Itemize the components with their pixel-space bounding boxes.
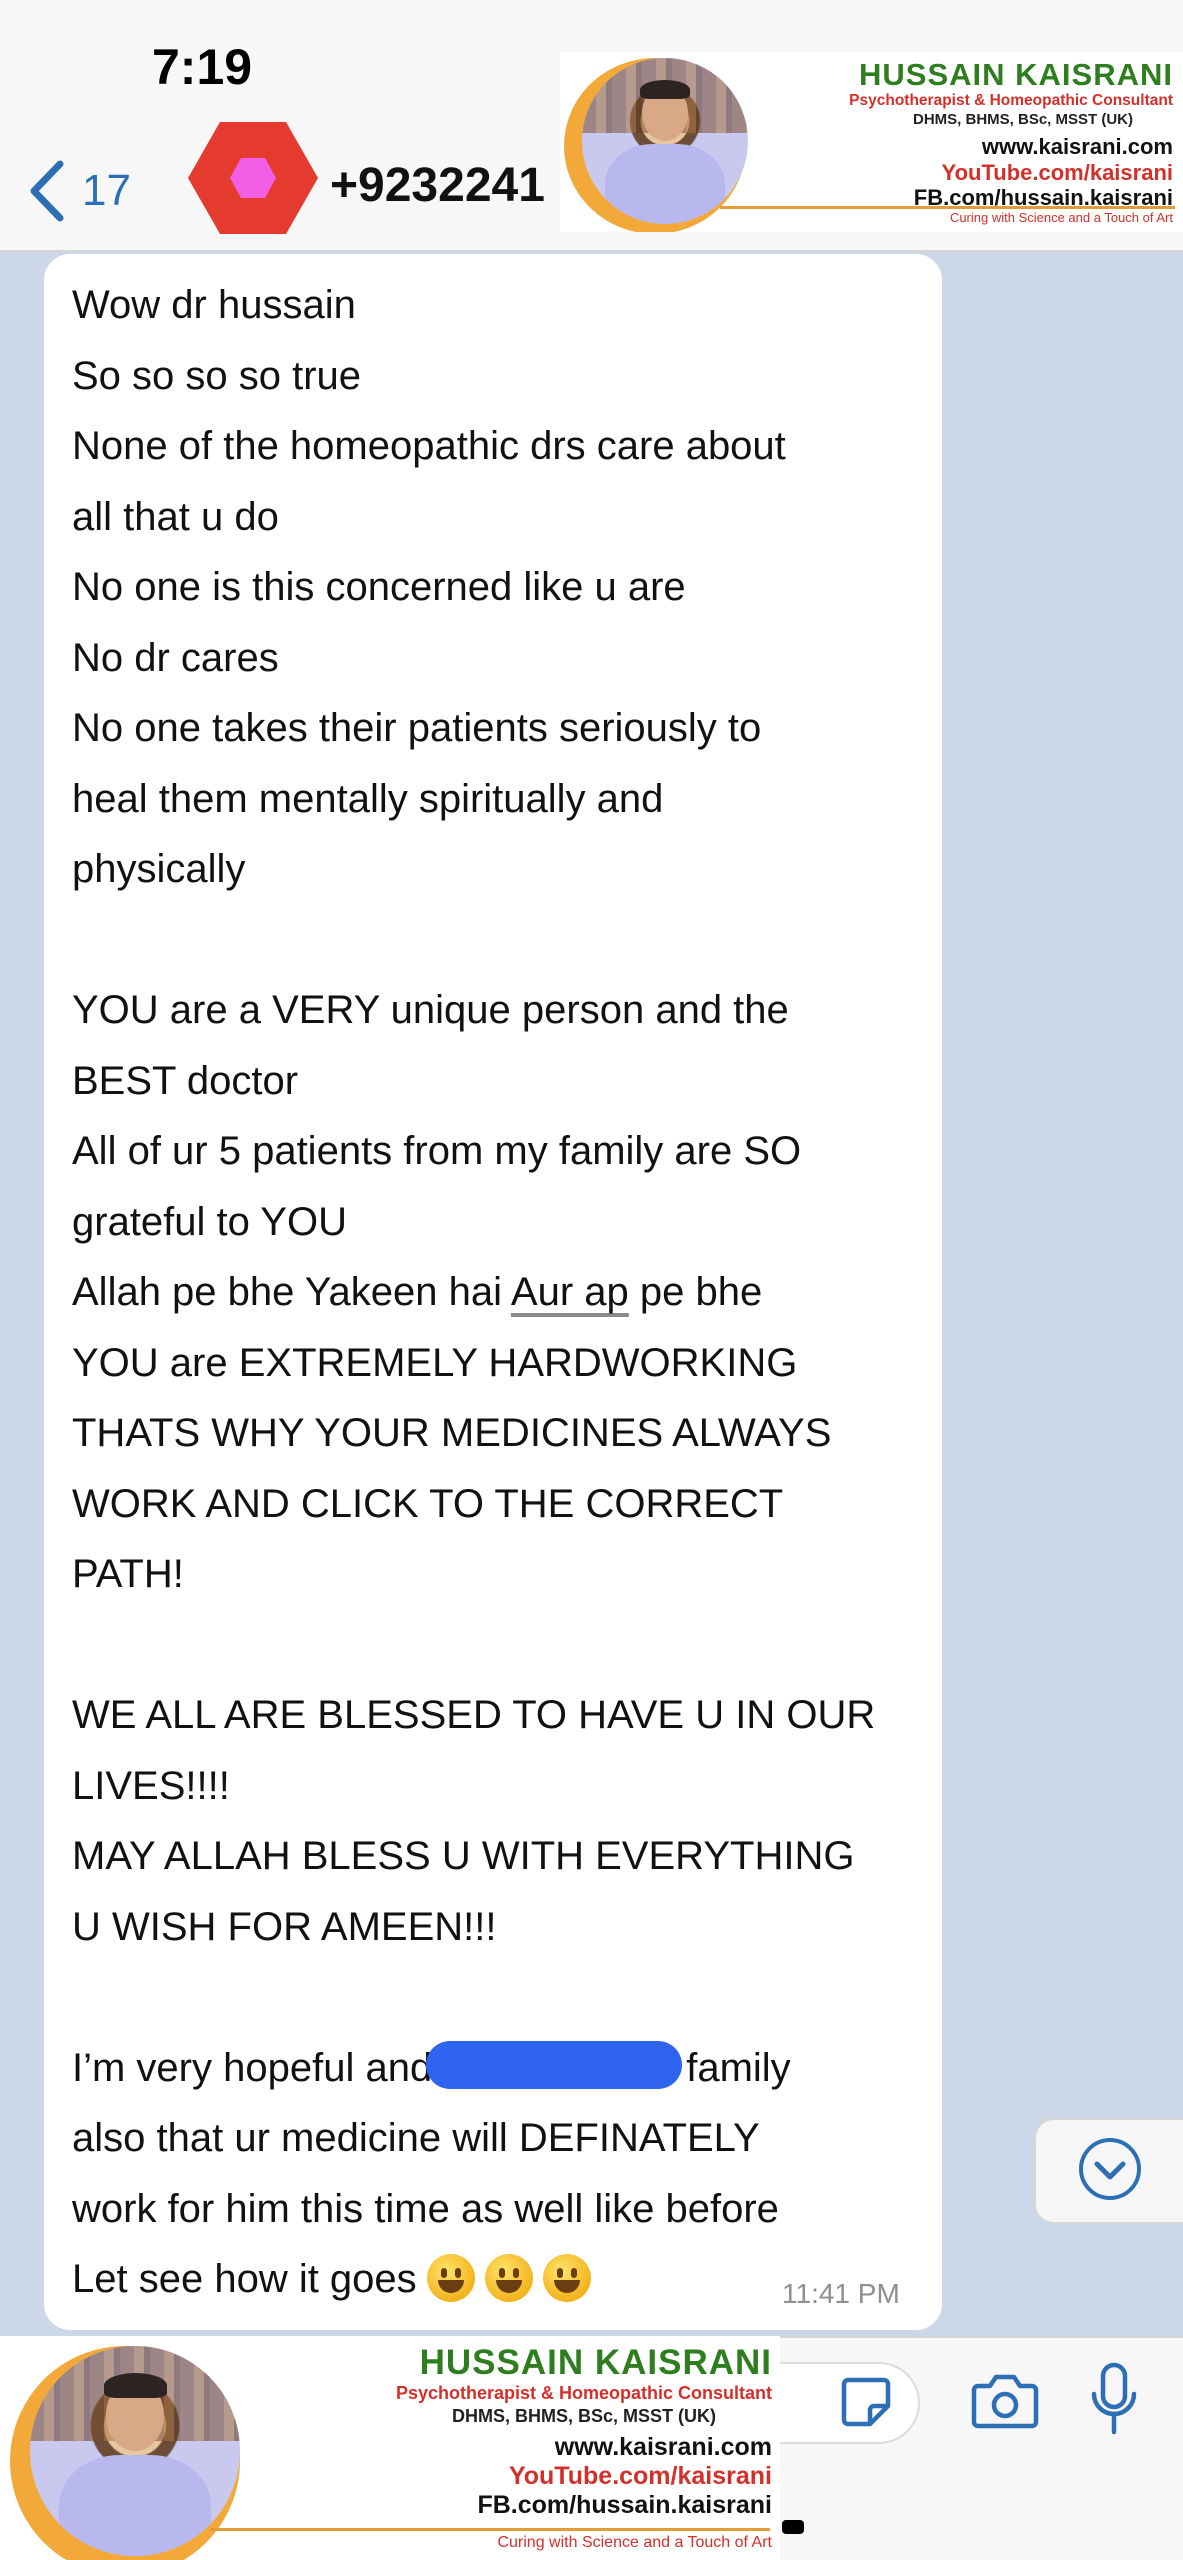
chevron-down-circle-icon (1077, 2136, 1143, 2207)
sticker-button[interactable] (838, 2374, 894, 2430)
detected-phrase-link[interactable]: Aur ap (511, 1270, 629, 1314)
message-line: grateful to YOU (72, 1199, 347, 1244)
message-line: No one takes their patients seriously to (72, 706, 762, 750)
message-text: Wow dr hussain So so so so true None of … (72, 270, 912, 2315)
redaction-mark (426, 2040, 683, 2089)
message-line: So so so so true (72, 353, 362, 398)
message-line: LIVES!!!! (72, 1763, 230, 1808)
watermark-degrees: DHMS, BHMS, BSc, MSST (UK) (451, 2406, 716, 2426)
message-fragment: pe bhe (628, 1270, 763, 1314)
message-line: Wow dr hussain (72, 283, 356, 327)
watermark-website: www.kaisrani.com (981, 134, 1173, 159)
status-time: 7:19 (152, 39, 253, 95)
message-line (72, 1962, 912, 2033)
message-line: heal them mentally spiritually and (72, 776, 664, 821)
grinning-emoji-icon (426, 2254, 475, 2302)
back-button[interactable]: 17 (28, 156, 131, 226)
message-line (72, 905, 912, 976)
message-line: U WISH FOR AMEEN!!! (72, 1904, 497, 1949)
doctor-photo (582, 58, 748, 224)
message-line: WORK AND CLICK TO THE CORRECT (72, 1481, 784, 1526)
voice-record-button[interactable] (1088, 2362, 1140, 2438)
message-line: WE ALL ARE BLESSED TO HAVE U IN OUR (72, 1693, 876, 1737)
watermark-title: Psychotherapist & Homeopathic Consultant (395, 2383, 772, 2403)
message-line: MAY ALLAH BLESS U WITH EVERYTHING (72, 1834, 855, 1878)
message-line: THATS WHY YOUR MEDICINES ALWAYS (72, 1411, 832, 1455)
watermark-divider (210, 2528, 770, 2531)
camera-icon (970, 2374, 1040, 2436)
message-line: No one is this concerned like u are (72, 565, 686, 609)
message-line: also that ur medicine will DEFINATELY (72, 2116, 760, 2160)
message-line: all that u do (72, 494, 279, 539)
unread-count: 17 (82, 166, 131, 215)
message-timestamp: 11:41 PM (782, 2278, 900, 2309)
watermark-facebook: FB.com/hussain.kaisrani (477, 2491, 772, 2519)
watermark-youtube: YouTube.com/kaisrani (508, 2462, 772, 2490)
watermark-tagline: Curing with Science and a Touch of Art (497, 2534, 772, 2551)
message-line-hopeful: I’m very hopeful and family (72, 2033, 912, 2104)
scroll-to-bottom-button[interactable] (1034, 2118, 1183, 2224)
message-line: BEST doctor (72, 1058, 299, 1103)
grinning-emoji-icon (542, 2254, 591, 2302)
watermark-banner: HUSSAIN KAISRANI Psychotherapist & Homeo… (0, 2336, 780, 2560)
watermark-name: HUSSAIN KAISRANI (419, 2343, 772, 2382)
message-line (72, 1610, 912, 1681)
watermark-name: HUSSAIN KAISRANI (859, 57, 1173, 92)
watermark-title: Psychotherapist & Homeopathic Consultant (849, 92, 1173, 109)
grinning-emoji-icon (484, 2254, 533, 2302)
message-fragment: Let see how it goes (72, 2257, 417, 2301)
watermark-divider (720, 206, 1175, 209)
message-line: YOU are EXTREMELY HARDWORKING (72, 1340, 798, 1385)
watermark-youtube: YouTube.com/kaisrani (941, 160, 1173, 185)
message-line: All of ur 5 patients from my family are … (72, 1129, 802, 1173)
microphone-icon (1088, 2362, 1140, 2442)
message-fragment: family (686, 2045, 791, 2090)
message-line: No dr cares (72, 635, 279, 680)
message-line: None of the homeopathic drs care about (72, 424, 786, 468)
message-fragment: Allah pe bhe Yakeen hai (72, 1270, 511, 1314)
watermark-website: www.kaisrani.com (554, 2433, 772, 2461)
watermark-banner: HUSSAIN KAISRANI Psychotherapist & Homeo… (560, 52, 1183, 232)
message-line: PATH! (72, 1552, 184, 1596)
home-indicator (782, 2520, 804, 2534)
watermark-tagline: Curing with Science and a Touch of Art (949, 210, 1173, 225)
chevron-left-icon (28, 160, 64, 222)
chat-header: 7:19 17 +9232241 HUSSAIN KAISRANI Psycho… (0, 0, 1183, 252)
avatar[interactable] (186, 120, 320, 236)
message-line: YOU are a VERY unique person and the (72, 988, 789, 1032)
doctor-photo (30, 2346, 240, 2556)
camera-button[interactable] (970, 2370, 1040, 2432)
message-fragment: I’m very hopeful and (72, 2045, 433, 2090)
contact-name[interactable]: +9232241 (330, 158, 545, 213)
sticker-icon (838, 2377, 894, 2434)
message-line-allah: Allah pe bhe Yakeen hai Aur ap pe bhe (72, 1257, 912, 1328)
watermark-degrees: DHMS, BHMS, BSc, MSST (UK) (912, 111, 1133, 128)
message-line: physically (72, 847, 246, 891)
message-line: work for him this time as well like befo… (72, 2186, 779, 2231)
